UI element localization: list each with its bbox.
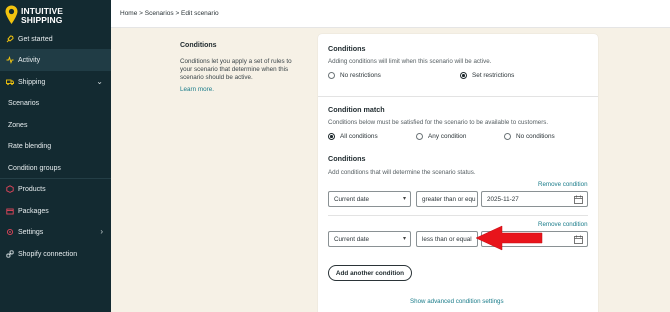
sidebar-item-shopify-connection[interactable]: Shopify connection — [0, 243, 111, 265]
calendar-icon[interactable] — [574, 235, 583, 244]
add-another-condition-button[interactable]: Add another condition — [328, 265, 412, 281]
sidebar-item-packages[interactable]: Packages — [0, 200, 111, 222]
calendar-icon[interactable] — [574, 195, 583, 204]
sidebar-item-label: Shipping — [18, 78, 46, 86]
location-pin-icon — [5, 5, 18, 24]
condition-match-subtitle: Conditions below must be satisfied for t… — [328, 119, 549, 126]
sidebar: INTUITIVE SHIPPING Get started Activity … — [0, 0, 111, 312]
sidebar-item-label: Shopify connection — [18, 250, 78, 258]
sidebar-item-products[interactable]: Products — [0, 178, 111, 200]
chevron-down-icon: ▾ — [402, 196, 406, 202]
radio-all-conditions[interactable]: All conditions — [328, 133, 378, 140]
sidebar-item-condition-groups[interactable]: Condition groups — [0, 157, 111, 179]
learn-more-link[interactable]: Learn more. — [180, 86, 214, 93]
condition-field-select[interactable]: Current date ▾ — [328, 191, 411, 207]
radio-button[interactable] — [328, 72, 335, 79]
sidebar-item-label: Scenarios — [8, 99, 40, 107]
radio-no-restrictions[interactable]: No restrictions — [328, 72, 381, 79]
rocket-icon — [6, 35, 14, 43]
radio-button[interactable] — [504, 133, 511, 140]
rules-section-subtitle: Add conditions that will determine the s… — [328, 169, 476, 176]
app-logo[interactable]: INTUITIVE SHIPPING — [5, 5, 109, 27]
sidebar-item-label: Zones — [8, 121, 28, 129]
radio-any-condition[interactable]: Any condition — [416, 133, 466, 140]
radio-button-selected[interactable] — [328, 133, 335, 140]
chevron-down-icon: ▾ — [402, 236, 406, 242]
breadcrumb[interactable]: Home > Scenarios > Edit scenario — [120, 10, 219, 17]
rules-section-title: Conditions — [328, 154, 366, 163]
sidebar-item-label: Packages — [18, 207, 49, 215]
show-advanced-settings-link[interactable]: Show advanced condition settings — [410, 298, 504, 305]
condition-operator-select[interactable]: less than or equal — [416, 231, 478, 247]
conditions-section-title: Conditions — [328, 44, 366, 53]
sidebar-item-zones[interactable]: Zones — [0, 114, 111, 136]
radio-button-selected[interactable] — [460, 72, 467, 79]
sidebar-item-get-started[interactable]: Get started — [0, 28, 111, 50]
truck-icon — [6, 78, 14, 86]
condition-field-select[interactable]: Current date ▾ — [328, 231, 411, 247]
sidebar-item-scenarios[interactable]: Scenarios — [0, 92, 111, 114]
sidebar-item-label: Condition groups — [8, 164, 61, 172]
sidebar-item-label: Get started — [18, 35, 53, 43]
top-bar: Home > Scenarios > Edit scenario — [111, 0, 670, 28]
row-divider — [328, 215, 588, 216]
sidebar-item-label: Rate blending — [8, 142, 52, 150]
section-divider — [318, 96, 598, 97]
sidebar-item-label: Activity — [18, 56, 41, 64]
section-description-text: Conditions let you apply a set of rules … — [180, 58, 292, 82]
sidebar-item-label: Settings — [18, 228, 44, 236]
activity-icon — [6, 56, 14, 64]
remove-condition-link[interactable]: Remove condition — [538, 181, 588, 188]
section-description-title: Conditions — [180, 42, 217, 49]
conditions-section-subtitle: Adding conditions will limit when this s… — [328, 58, 492, 65]
condition-match-title: Condition match — [328, 105, 385, 114]
sidebar-item-settings[interactable]: Settings › — [0, 221, 111, 243]
link-icon — [6, 250, 14, 258]
sidebar-item-shipping[interactable]: Shipping ⌄ — [0, 71, 111, 93]
remove-condition-link[interactable]: Remove condition — [538, 221, 588, 228]
sidebar-item-rate-blending[interactable]: Rate blending — [0, 135, 111, 157]
radio-set-restrictions[interactable]: Set restrictions — [460, 72, 514, 79]
products-icon — [6, 185, 14, 193]
radio-button[interactable] — [416, 133, 423, 140]
packages-icon — [6, 207, 14, 215]
sidebar-item-activity[interactable]: Activity — [0, 49, 111, 71]
brand-name: INTUITIVE SHIPPING — [21, 6, 63, 25]
chevron-right-icon: › — [100, 227, 103, 236]
condition-operator-select[interactable]: greater than or equ — [416, 191, 478, 207]
radio-no-conditions[interactable]: No conditions — [504, 133, 555, 140]
chevron-down-icon: ⌄ — [96, 77, 103, 86]
red-arrow-annotation — [475, 225, 543, 251]
condition-date-input[interactable]: 2025-11-27 — [481, 191, 588, 207]
gear-icon — [6, 228, 14, 236]
sidebar-item-label: Products — [18, 185, 46, 193]
